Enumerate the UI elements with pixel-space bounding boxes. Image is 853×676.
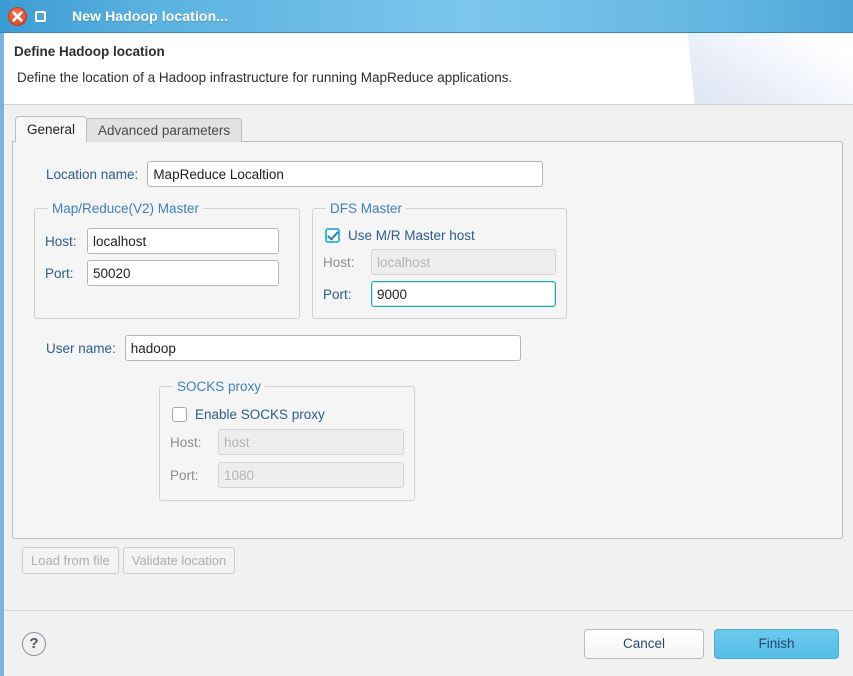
user-name-input[interactable] — [124, 335, 521, 361]
window-left-edge — [0, 33, 4, 676]
use-mr-master-host-label[interactable]: Use M/R Master host — [348, 228, 475, 243]
socks-port-label: Port: — [170, 467, 199, 483]
panel-action-buttons: Load from file Validate location — [22, 547, 843, 574]
mr-port-label: Port: — [45, 265, 74, 281]
dfs-host-label: Host: — [323, 254, 355, 270]
dialog-footer: ? Cancel Finish — [0, 610, 853, 676]
enable-socks-proxy-label[interactable]: Enable SOCKS proxy — [195, 407, 325, 422]
tab-strip: General Advanced parameters — [15, 115, 843, 142]
mr-port-row: Port: — [45, 260, 289, 286]
socks-host-row: Host: — [170, 429, 404, 455]
dialog-header: Define Hadoop location Define the locati… — [0, 33, 853, 105]
dfs-port-row: Port: — [323, 281, 556, 307]
dfs-master-legend: DFS Master — [330, 201, 403, 216]
location-name-input[interactable] — [147, 161, 544, 187]
mapreduce-master-group: Map/Reduce(V2) Master Host: Port: — [34, 201, 300, 319]
mapreduce-master-legend: Map/Reduce(V2) Master — [52, 201, 200, 216]
socks-port-row: Port: — [170, 462, 404, 488]
use-mr-master-host-checkbox[interactable] — [325, 228, 340, 243]
dfs-port-label: Port: — [323, 286, 352, 302]
window-title: New Hadoop location... — [72, 8, 229, 24]
master-groups: Map/Reduce(V2) Master Host: Port: DFS Ma… — [29, 201, 826, 319]
help-icon[interactable]: ? — [22, 631, 46, 656]
dialog-window: New Hadoop location... Define Hadoop loc… — [0, 0, 853, 676]
location-name-row: Location name: — [46, 161, 826, 187]
socks-port-input — [218, 462, 404, 488]
tab-panel-general: Location name: Map/Reduce(V2) Master Hos… — [12, 141, 843, 539]
dfs-port-input[interactable] — [371, 281, 556, 307]
use-mr-master-host-row: Use M/R Master host — [325, 228, 556, 243]
socks-host-input — [218, 429, 404, 455]
finish-button[interactable]: Finish — [714, 628, 839, 659]
socks-proxy-legend: SOCKS proxy — [177, 379, 262, 394]
load-from-file-button: Load from file — [22, 547, 119, 574]
close-icon[interactable] — [8, 6, 27, 26]
dfs-host-input — [371, 249, 556, 275]
title-bar: New Hadoop location... — [0, 0, 853, 33]
page-description: Define the location of a Hadoop infrastr… — [17, 70, 513, 85]
socks-proxy-group: SOCKS proxy Enable SOCKS proxy Host: Por… — [159, 379, 415, 501]
tab-advanced-parameters[interactable]: Advanced parameters — [86, 118, 243, 142]
maximize-square — [35, 10, 46, 22]
location-name-label: Location name: — [46, 166, 139, 182]
page-title: Define Hadoop location — [14, 44, 165, 59]
tab-general[interactable]: General — [15, 116, 88, 142]
mr-host-label: Host: — [45, 233, 77, 249]
validate-location-button: Validate location — [122, 547, 236, 574]
mr-host-input[interactable] — [87, 228, 279, 254]
socks-host-label: Host: — [170, 434, 202, 450]
user-name-row: User name: — [46, 335, 826, 361]
mr-port-input[interactable] — [87, 260, 279, 286]
dfs-master-group: DFS Master Use M/R Master host Host: Por… — [312, 201, 567, 319]
enable-socks-proxy-checkbox[interactable] — [172, 407, 187, 422]
cancel-button[interactable]: Cancel — [584, 628, 704, 659]
maximize-icon[interactable] — [31, 7, 50, 26]
enable-socks-proxy-row: Enable SOCKS proxy — [172, 407, 404, 422]
footer-buttons: Cancel Finish — [584, 628, 839, 659]
dfs-host-row: Host: — [323, 249, 556, 275]
dialog-body: General Advanced parameters Location nam… — [0, 105, 853, 610]
mr-host-row: Host: — [45, 228, 289, 254]
user-name-label: User name: — [46, 340, 116, 356]
